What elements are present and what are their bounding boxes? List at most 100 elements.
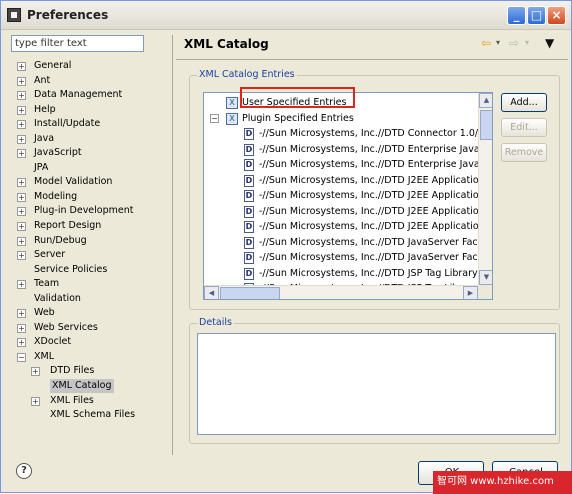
expand-icon[interactable]: + xyxy=(17,120,26,130)
sidebar-item-label: XML Schema Files xyxy=(50,409,136,421)
expand-icon[interactable]: + xyxy=(17,178,26,188)
edit-button[interactable]: Edit... xyxy=(501,118,547,137)
vertical-scrollbar[interactable]: ▲ ▼ xyxy=(478,93,492,285)
expand-icon[interactable]: + xyxy=(17,149,26,159)
xml-catalog-icon: X xyxy=(226,97,238,109)
expand-icon[interactable]: + xyxy=(17,236,26,246)
app-icon xyxy=(7,8,21,22)
expand-icon[interactable]: + xyxy=(17,105,26,115)
filter-input[interactable]: type filter text xyxy=(11,35,144,52)
dtd-file-icon: D xyxy=(244,267,254,280)
chevron-down-icon[interactable]: ▾ xyxy=(525,37,529,49)
sidebar-item[interactable]: + General xyxy=(7,59,167,74)
catalog-entry-label: -//Sun Microsystems, Inc.//DTD J2EE Appl… xyxy=(259,174,492,186)
sidebar-item[interactable]: + XDoclet xyxy=(7,335,167,350)
sidebar-item[interactable]: + Model Validation xyxy=(7,175,167,190)
sidebar-item-label: Plug-in Development xyxy=(34,205,134,217)
sidebar-item[interactable]: + Data Management xyxy=(7,88,167,103)
scroll-right-icon[interactable]: ▶ xyxy=(463,286,478,299)
expand-icon[interactable]: + xyxy=(17,192,26,202)
expand-icon[interactable]: + xyxy=(17,134,26,144)
sidebar-item[interactable]: Validation xyxy=(7,292,167,307)
history-nav: ⇦ ▾ ⇨ ▾ ▼ xyxy=(479,37,561,52)
minimize-button[interactable]: _ xyxy=(507,6,526,25)
sidebar-item-label: Validation xyxy=(34,292,81,304)
expand-icon[interactable]: + xyxy=(31,367,40,377)
expand-icon[interactable]: + xyxy=(17,76,26,86)
chevron-down-icon[interactable]: ▾ xyxy=(496,37,500,49)
details-area[interactable] xyxy=(197,333,556,435)
collapse-icon[interactable]: − xyxy=(17,352,26,362)
expand-icon[interactable]: + xyxy=(17,251,26,261)
sidebar-item[interactable]: JPA xyxy=(7,161,167,176)
sidebar-item[interactable]: Service Policies xyxy=(7,263,167,278)
view-menu-icon[interactable]: ▼ xyxy=(545,37,554,49)
expand-icon[interactable]: + xyxy=(17,338,26,348)
sidebar-item[interactable]: + Server xyxy=(7,248,167,263)
sidebar-item[interactable]: + Java xyxy=(7,132,167,147)
catalog-entry-label: -//Sun Microsystems, Inc.//DTD Enterpris… xyxy=(259,159,492,170)
sidebar-item[interactable]: + DTD Files xyxy=(7,364,167,379)
scroll-corner xyxy=(478,285,492,299)
expand-icon[interactable]: + xyxy=(17,323,26,333)
sidebar-item[interactable]: + JavaScript xyxy=(7,146,167,161)
expand-icon[interactable]: + xyxy=(17,309,26,319)
sidebar-item[interactable]: + Web Services xyxy=(7,321,167,336)
page-title: XML Catalog xyxy=(184,37,269,51)
scroll-left-icon[interactable]: ◀ xyxy=(204,286,219,299)
expand-icon[interactable]: + xyxy=(17,280,26,290)
add-button[interactable]: Add... xyxy=(501,93,547,112)
sash[interactable] xyxy=(172,35,173,455)
sidebar-item[interactable]: + Help xyxy=(7,103,167,118)
sidebar-item-label: Help xyxy=(34,103,56,115)
help-icon[interactable]: ? xyxy=(16,463,32,479)
sidebar-item[interactable]: − XML xyxy=(7,350,167,365)
expand-icon[interactable]: + xyxy=(17,62,26,71)
forward-arrow-icon[interactable]: ⇨ xyxy=(509,37,519,49)
sidebar-item[interactable]: + Report Design xyxy=(7,219,167,234)
horizontal-scroll-thumb[interactable] xyxy=(220,287,280,299)
expand-icon[interactable]: + xyxy=(31,396,40,406)
sidebar-item[interactable]: + Web xyxy=(7,306,167,321)
sidebar-item-label: JavaScript xyxy=(34,147,82,159)
sidebar-item[interactable]: + Team xyxy=(7,277,167,292)
close-button[interactable]: × xyxy=(547,6,566,25)
dtd-file-icon: D xyxy=(244,143,254,156)
maximize-button[interactable]: □ xyxy=(527,6,546,25)
scroll-up-icon[interactable]: ▲ xyxy=(479,93,492,108)
horizontal-scrollbar[interactable]: ◀ ▶ xyxy=(204,285,478,299)
sidebar-item-label: Web Services xyxy=(34,321,98,333)
scroll-thumb[interactable] xyxy=(480,110,492,140)
sidebar-item-label: Web xyxy=(34,307,55,319)
sidebar-item[interactable]: + XML Files xyxy=(7,394,167,409)
sidebar-item[interactable]: + Run/Debug xyxy=(7,234,167,249)
preferences-window: Preferences _ □ × type filter text + Gene… xyxy=(0,0,572,494)
remove-button[interactable]: Remove xyxy=(501,143,547,162)
title-bar[interactable]: Preferences _ □ × xyxy=(1,1,571,30)
catalog-entries-tree[interactable]: X User Specified Entries − X Plugin Specifie… xyxy=(203,92,493,300)
collapse-icon[interactable]: − xyxy=(210,113,219,123)
catalog-entry-label: -//Sun Microsystems, Inc.//DTD JavaServe… xyxy=(259,252,492,263)
sidebar-item[interactable]: + Modeling xyxy=(7,190,167,205)
catalog-entry-label: -//Sun Microsystems, Inc.//DTD JavaServe… xyxy=(259,236,492,248)
sidebar-item-label: JPA xyxy=(34,161,49,173)
sidebar-item[interactable]: + Ant xyxy=(7,74,167,89)
expand-icon[interactable]: + xyxy=(17,222,26,232)
sidebar-item-label: Model Validation xyxy=(34,176,113,188)
sidebar-item-label: Report Design xyxy=(34,220,102,232)
sidebar-item[interactable]: + Plug-in Development xyxy=(7,204,167,219)
sidebar-item[interactable]: XML Schema Files xyxy=(7,408,167,423)
dtd-file-icon: D xyxy=(244,190,254,202)
sidebar-item[interactable]: + Install/Update xyxy=(7,117,167,132)
sidebar-item[interactable]: XML Catalog xyxy=(7,379,167,394)
sidebar-item-label: DTD Files xyxy=(50,365,95,377)
dtd-file-icon: D xyxy=(244,128,254,140)
dtd-file-icon: D xyxy=(244,252,254,264)
catalog-entry-label: -//Sun Microsystems, Inc.//DTD J2EE Appl… xyxy=(259,221,492,232)
scroll-down-icon[interactable]: ▼ xyxy=(479,270,492,285)
back-arrow-icon[interactable]: ⇦ xyxy=(481,37,491,49)
xml-catalog-icon: X xyxy=(226,112,238,125)
catalog-entry-label: Plugin Specified Entries xyxy=(242,112,354,124)
expand-icon[interactable]: + xyxy=(17,91,26,101)
expand-icon[interactable]: + xyxy=(17,207,26,217)
